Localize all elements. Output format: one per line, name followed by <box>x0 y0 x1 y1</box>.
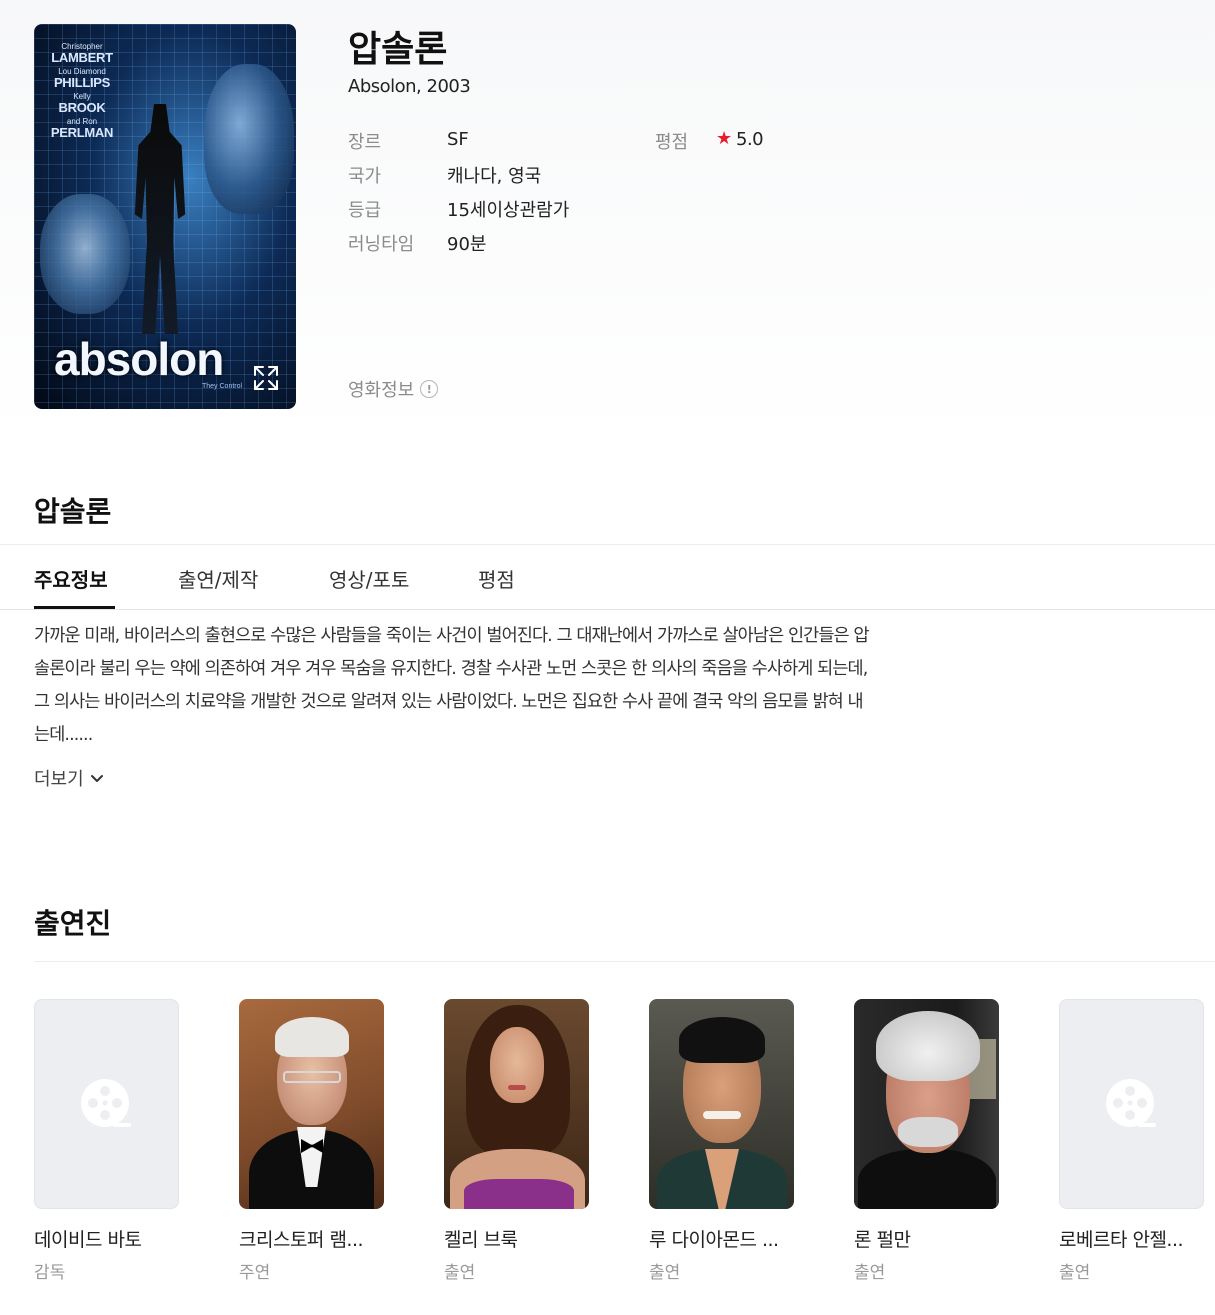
poster-face-left <box>40 194 130 314</box>
chevron-down-icon <box>90 775 103 782</box>
cast-photo <box>444 999 589 1209</box>
cast-name: 루 다이아몬드 ... <box>649 1229 779 1251</box>
poster-credit-large: LAMBERT <box>51 50 113 65</box>
movie-info-link[interactable]: 영화정보 ! <box>348 376 439 402</box>
info-label-genre: 장르 <box>348 132 382 153</box>
cast-name: 로베르타 안젤... <box>1059 1229 1184 1251</box>
more-button[interactable]: 더보기 <box>34 765 104 791</box>
cast-photo <box>854 999 999 1209</box>
cast-role: 출연 <box>444 1263 476 1283</box>
poster-credit-large: BROOK <box>58 100 106 115</box>
cast-role: 출연 <box>854 1263 886 1283</box>
cast-card[interactable]: 데이비드 바토 감독 <box>34 999 179 1283</box>
divider <box>34 961 1215 962</box>
movie-poster[interactable]: Christopher LAMBERT Lou Diamond PHILLIPS… <box>34 24 296 409</box>
cast-card[interactable]: 로베르타 안젤... 출연 <box>1059 999 1204 1283</box>
tab-video-photo[interactable]: 영상/포토 <box>329 564 409 593</box>
film-reel-icon <box>1105 1079 1156 1127</box>
movie-title: 압솔론 <box>348 29 448 70</box>
synopsis-line: 가까운 미래, 바이러스의 출현으로 수많은 사람들을 죽이는 사건이 벌어진다… <box>34 626 870 646</box>
info-label-rating-grade: 등급 <box>348 200 382 221</box>
cast-name: 론 펄만 <box>854 1229 911 1251</box>
cast-photo <box>239 999 384 1209</box>
info-value-country: 캐나다, 영국 <box>447 166 542 187</box>
cast-card[interactable]: 론 펄만 출연 <box>854 999 999 1283</box>
cast-role: 주연 <box>239 1263 271 1283</box>
cast-card[interactable]: 켈리 브룩 출연 <box>444 999 589 1283</box>
info-label-runtime: 러닝타임 <box>348 234 415 255</box>
poster-face-right <box>204 64 294 214</box>
tab-cast-crew[interactable]: 출연/제작 <box>178 564 258 593</box>
cast-name: 켈리 브룩 <box>444 1229 518 1251</box>
poster-credit-large: PERLMAN <box>50 125 114 140</box>
movie-info-label: 영화정보 <box>348 380 415 401</box>
poster-title: absolon <box>54 333 224 385</box>
divider <box>0 544 1215 545</box>
more-label: 더보기 <box>34 769 84 790</box>
tabs-divider <box>0 609 1215 610</box>
tab-ratings[interactable]: 평점 <box>478 564 515 593</box>
info-icon: ! <box>420 380 439 398</box>
synopsis-line: 솔론이라 불리 우는 약에 의존하여 겨우 겨우 목숨을 유지한다. 경찰 수사… <box>34 659 868 679</box>
synopsis: 가까운 미래, 바이러스의 출현으로 수많은 사람들을 죽이는 사건이 벌어진다… <box>34 620 1044 752</box>
cast-role: 출연 <box>649 1263 681 1283</box>
cast-role: 감독 <box>34 1263 66 1283</box>
cast-name: 데이비드 바토 <box>34 1229 142 1251</box>
expand-icon[interactable] <box>252 364 280 392</box>
info-value-rating-grade: 15세이상관람가 <box>447 200 570 221</box>
cast-photo-placeholder <box>1059 999 1204 1209</box>
info-label-country: 국가 <box>348 166 382 187</box>
cast-title: 출연진 <box>34 907 112 940</box>
cast-photo <box>649 999 794 1209</box>
synopsis-line: 그 의사는 바이러스의 치료약을 개발한 것으로 알려져 있는 사람이었다. 노… <box>34 692 864 712</box>
info-value-genre: SF <box>447 129 469 150</box>
info-value-runtime: 90분 <box>447 234 487 255</box>
movie-subtitle: Absolon, 2003 <box>348 76 471 97</box>
rating-value: 5.0 <box>736 129 764 150</box>
cast-photo-placeholder <box>34 999 179 1209</box>
cast-name: 크리스토퍼 램... <box>239 1229 364 1251</box>
poster-tagline: They Control <box>202 383 243 390</box>
active-tab-indicator <box>34 606 115 609</box>
cast-role: 출연 <box>1059 1263 1091 1283</box>
poster-credit-large: PHILLIPS <box>53 75 111 90</box>
film-reel-icon <box>80 1079 131 1127</box>
section-title: 압솔론 <box>34 495 112 528</box>
cast-card[interactable]: 루 다이아몬드 ... 출연 <box>649 999 794 1283</box>
star-icon: ★ <box>716 128 733 149</box>
tab-main-info[interactable]: 주요정보 <box>34 564 108 593</box>
poster-credits: Christopher LAMBERT Lou Diamond PHILLIPS… <box>40 42 124 142</box>
cast-card[interactable]: 크리스토퍼 램... 주연 <box>239 999 384 1283</box>
synopsis-line: 는데...... <box>34 725 93 745</box>
rating-label: 평점 <box>655 132 689 153</box>
